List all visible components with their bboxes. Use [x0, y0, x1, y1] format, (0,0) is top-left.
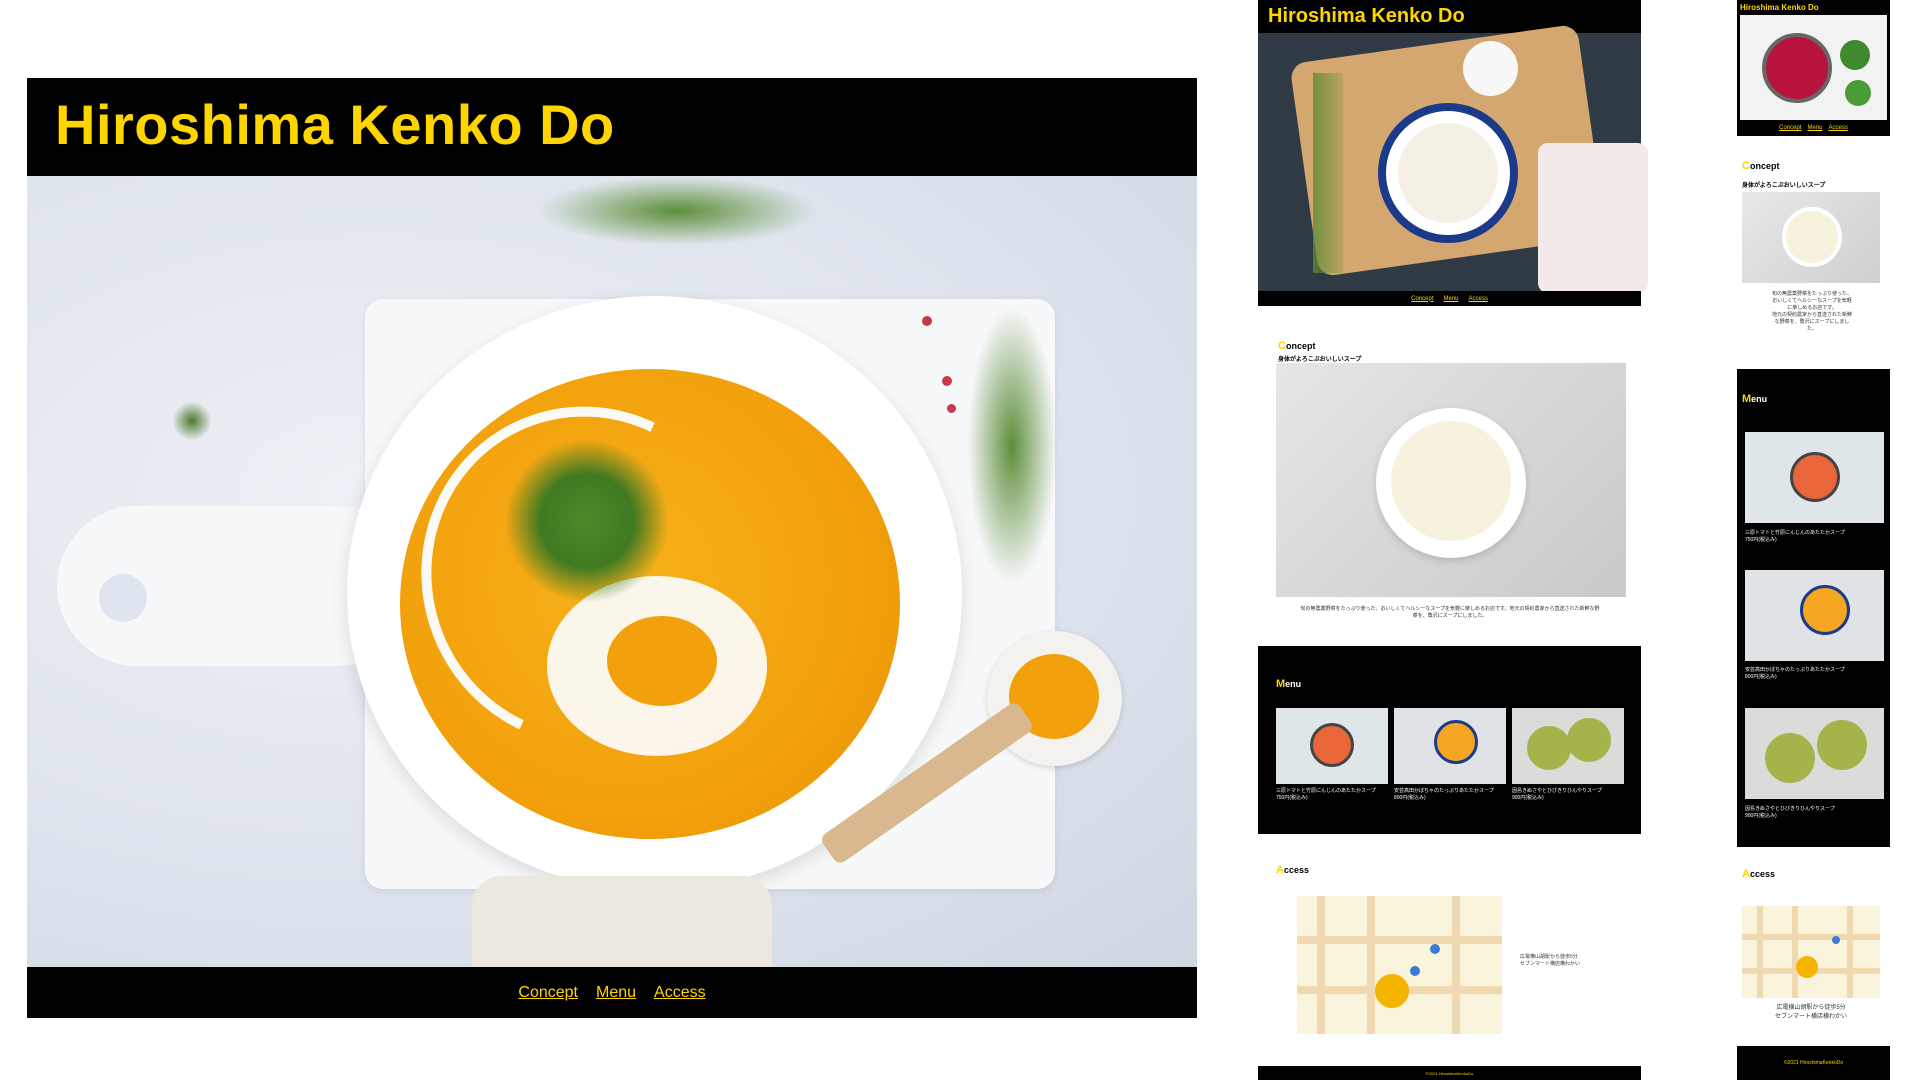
tablet-menu-item-image	[1394, 708, 1506, 784]
mobile-concept-heading: Concept	[1742, 160, 1780, 172]
tablet-access-map	[1297, 896, 1502, 1034]
desktop-site-title: Hiroshima Kenko Do	[55, 93, 615, 156]
tablet-nav: Concept Menu Access	[1258, 291, 1641, 306]
tablet-menu-caption: 安芸高田かぼちゃのたっぷりあたたかスープ 800円(税込み)	[1394, 788, 1494, 801]
tablet-access-heading: Access	[1276, 864, 1309, 876]
mobile-footer: ©2021 HiroshimaKenkoDo	[1737, 1046, 1890, 1080]
mobile-access-heading: Access	[1742, 868, 1775, 880]
nav-access-link[interactable]: Access	[1829, 125, 1848, 131]
mobile-menu-caption: 安芸高田かぼちゃのたっぷりあたたかスープ 800円(税込み)	[1745, 667, 1845, 680]
desktop-hero-image	[27, 176, 1197, 967]
tablet-menu-item-image	[1276, 708, 1388, 784]
tablet-menu-caption: 三原トマトと竹原にんじんのあたたかスープ 750円(税込み)	[1276, 788, 1376, 801]
mobile-menu-item-image	[1745, 432, 1884, 523]
nav-concept-link[interactable]: Concept	[1779, 125, 1801, 131]
tablet-footer: ©2021 HiroshimaKenkoDo	[1258, 1066, 1641, 1080]
mobile-access-map	[1742, 906, 1880, 998]
mobile-nav: Concept Menu Access	[1737, 120, 1890, 136]
mobile-menu-heading: Menu	[1742, 393, 1768, 405]
tablet-menu-caption: 因島きぬさやとひびきりひんやりスープ 900円(税込み)	[1512, 788, 1602, 801]
tablet-menu-heading: Menu	[1276, 678, 1302, 690]
nav-menu-link[interactable]: Menu	[1808, 125, 1823, 131]
mobile-concept-subheading: 身体がよろこぶおいしいスープ	[1742, 183, 1826, 189]
mobile-menu-item-image	[1745, 570, 1884, 661]
nav-concept-link[interactable]: Concept	[518, 984, 578, 1002]
map-pin-icon	[1430, 944, 1440, 954]
mobile-access-directions: 広電横山胡駅から徒歩5分 セブンマート横店横わかい	[1774, 1005, 1847, 1020]
tablet-site-title: Hiroshima Kenko Do	[1268, 5, 1465, 27]
concept-heading-rest: oncept	[1285, 341, 1316, 351]
tablet-concept-heading: Concept	[1278, 340, 1316, 352]
tablet-concept-image	[1276, 363, 1626, 597]
map-pin-icon	[1410, 966, 1420, 976]
tablet-hero-image	[1258, 23, 1648, 293]
map-pin-icon	[1832, 936, 1840, 944]
nav-menu-link[interactable]: Menu	[1444, 296, 1459, 302]
mobile-menu-caption: 三原トマトと竹原にんじんのあたたかスープ 750円(税込み)	[1745, 530, 1845, 543]
map-store-marker	[1796, 956, 1818, 978]
mobile-hero-image	[1740, 15, 1887, 120]
mobile-menu-item-image	[1745, 708, 1884, 799]
nav-access-link[interactable]: Access	[654, 984, 706, 1002]
mobile-concept-body: 旬の無農薬野菜をたっぷり使った、 おいしくてヘルシーなスープを気軽 に楽しめるお店で…	[1771, 291, 1852, 332]
nav-concept-link[interactable]: Concept	[1411, 296, 1433, 302]
tablet-concept-body: 旬の無農薬野菜をたっぷり使った、おいしくてヘルシーなスープを気軽に楽しめるお店で…	[1300, 606, 1600, 619]
tablet-menu-item-image	[1512, 708, 1624, 784]
nav-menu-link[interactable]: Menu	[596, 984, 636, 1002]
tablet-access-directions: 広電横山胡駅から徒歩5分 セブンマート横店横わかい	[1520, 954, 1581, 967]
map-store-marker	[1375, 974, 1409, 1008]
mobile-menu-caption: 因島きぬさやとひびきりひんやりスープ 900円(税込み)	[1745, 806, 1835, 819]
nav-access-link[interactable]: Access	[1469, 296, 1488, 302]
mobile-concept-image	[1742, 192, 1880, 283]
mobile-site-title: Hiroshima Kenko Do	[1740, 3, 1819, 12]
tablet-concept-subheading: 身体がよろこぶおいしいスープ	[1278, 357, 1362, 363]
desktop-nav: Concept Menu Access	[27, 967, 1197, 1018]
